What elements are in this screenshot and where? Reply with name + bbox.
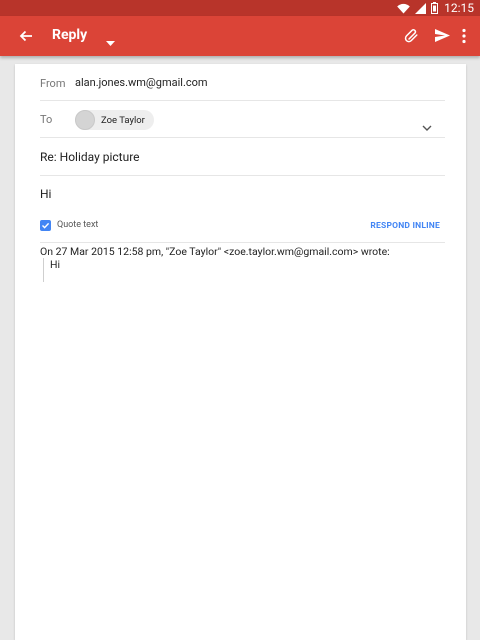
wifi-icon <box>397 3 410 14</box>
quoted-header: On 27 Mar 2015 12:58 pm, "Zoe Taylor" <z… <box>40 245 390 258</box>
from-row[interactable]: From alan.jones.wm@gmail.com <box>40 64 445 101</box>
app-bar-title: Reply <box>52 27 88 43</box>
quoted-body: Hi <box>50 258 61 271</box>
send-icon[interactable] <box>434 27 451 44</box>
battery-icon <box>431 2 439 14</box>
respond-inline-button[interactable]: RESPOND INLINE <box>370 221 440 231</box>
recipient-chip[interactable]: Zoe Taylor <box>75 110 154 130</box>
from-label: From <box>40 77 66 90</box>
to-row[interactable]: To Zoe Taylor <box>40 101 445 138</box>
signal-icon <box>415 2 427 14</box>
avatar <box>75 110 95 130</box>
dropdown-caret-icon[interactable] <box>106 32 115 51</box>
back-arrow-icon[interactable] <box>17 27 35 45</box>
from-address[interactable]: alan.jones.wm@gmail.com <box>75 76 208 89</box>
compose-sheet: From alan.jones.wm@gmail.com To Zoe Tayl… <box>15 64 466 640</box>
subject-row[interactable]: Re: Holiday picture <box>40 138 445 176</box>
chevron-down-icon[interactable] <box>422 116 432 135</box>
message-body[interactable]: Hi <box>40 187 51 201</box>
quote-bar <box>43 258 44 282</box>
quote-text-label: Quote text <box>57 220 99 230</box>
status-time: 12:15 <box>444 1 474 15</box>
to-label: To <box>40 113 53 126</box>
recipient-name: Zoe Taylor <box>101 114 145 126</box>
more-vert-icon[interactable] <box>461 28 467 44</box>
app-bar: Reply <box>0 16 480 56</box>
status-bar: 12:15 <box>0 0 480 16</box>
subject-field[interactable]: Re: Holiday picture <box>40 150 140 164</box>
quote-text-checkbox[interactable] <box>40 220 51 231</box>
attach-icon[interactable] <box>404 28 420 44</box>
quote-text-row: Quote text RESPOND INLINE <box>40 217 445 243</box>
